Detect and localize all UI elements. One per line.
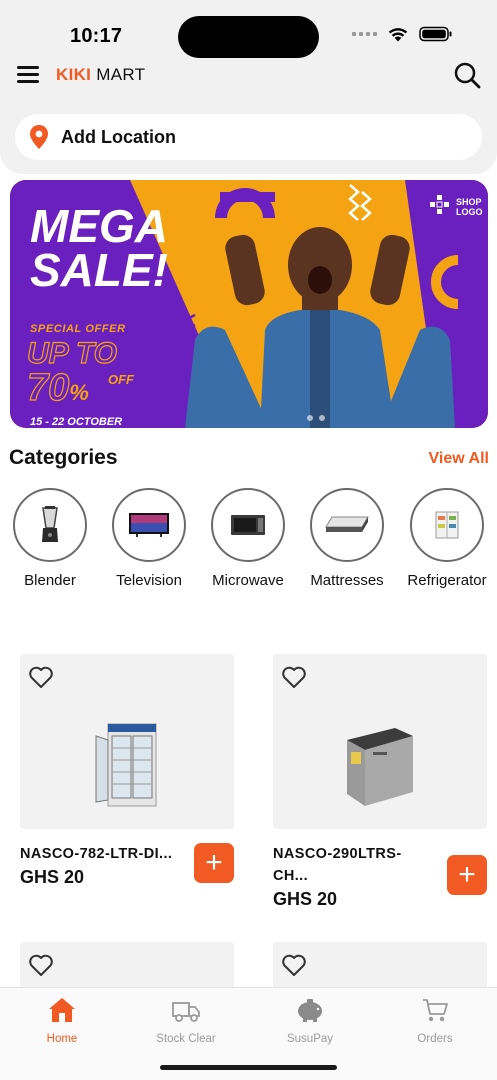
heart-icon[interactable] bbox=[281, 664, 307, 690]
app-logo: KIKI MART bbox=[56, 65, 145, 85]
status-icons bbox=[352, 26, 453, 42]
category-blender[interactable]: Blender bbox=[0, 488, 100, 589]
banner-special-offer: SPECIAL OFFER bbox=[30, 323, 126, 335]
category-mattresses-circle bbox=[310, 488, 384, 562]
tab-stock-clear[interactable]: Stock Clear bbox=[136, 996, 236, 1045]
category-blender-label: Blender bbox=[24, 572, 76, 589]
category-television-label: Television bbox=[116, 572, 182, 589]
category-refrigerator[interactable]: Refrigerator bbox=[397, 488, 497, 589]
wifi-icon bbox=[388, 28, 408, 42]
television-icon bbox=[129, 513, 169, 537]
tab-stock-clear-label: Stock Clear bbox=[156, 1033, 216, 1045]
banner-headline-line1: MEGA bbox=[30, 200, 168, 252]
microwave-icon bbox=[231, 515, 265, 535]
brand-rest: MART bbox=[96, 65, 146, 84]
tab-home[interactable]: Home bbox=[12, 996, 112, 1045]
dynamic-island bbox=[178, 16, 319, 58]
category-television[interactable]: Television bbox=[99, 488, 199, 589]
heart-icon[interactable] bbox=[28, 664, 54, 690]
category-television-circle bbox=[112, 488, 186, 562]
category-refrigerator-circle bbox=[410, 488, 484, 562]
search-icon[interactable] bbox=[453, 61, 481, 89]
tab-orders-label: Orders bbox=[417, 1033, 453, 1045]
promo-banner[interactable]: MEGA SALE! SPECIAL OFFER UP TO 70% OFF 1… bbox=[10, 180, 488, 428]
home-icon bbox=[49, 998, 75, 1022]
battery-icon bbox=[419, 26, 452, 42]
banner-upto: UP TO bbox=[26, 337, 118, 370]
category-microwave-circle bbox=[211, 488, 285, 562]
banner-percent: 70 bbox=[26, 367, 70, 409]
cellular-signal-icon bbox=[352, 32, 377, 36]
add-to-cart-button[interactable]: + bbox=[194, 843, 234, 883]
tab-orders[interactable]: Orders bbox=[385, 996, 485, 1045]
menu-icon[interactable] bbox=[17, 66, 39, 84]
home-indicator bbox=[160, 1065, 337, 1070]
view-all-link[interactable]: View All bbox=[429, 450, 489, 468]
location-pin-icon bbox=[30, 125, 48, 149]
banner-shop-logo: SHOP LOGO bbox=[456, 197, 483, 217]
blender-icon bbox=[42, 506, 58, 542]
cart-icon bbox=[423, 999, 448, 1022]
banner-shop-logo-line2: LOGO bbox=[456, 207, 483, 217]
display-fridge-image bbox=[95, 723, 157, 807]
tab-susupay-label: SusuPay bbox=[286, 1033, 334, 1045]
status-time: 10:17 bbox=[70, 25, 123, 47]
brand-accent: KIKI bbox=[56, 65, 92, 84]
heart-icon[interactable] bbox=[281, 952, 307, 978]
tab-home-label: Home bbox=[46, 1033, 78, 1045]
categories-row: Blender Television Microwave Mattresses … bbox=[0, 488, 497, 598]
category-mattresses[interactable]: Mattresses bbox=[297, 488, 397, 589]
piggy-bank-icon bbox=[298, 999, 322, 1022]
heart-icon[interactable] bbox=[28, 952, 54, 978]
mattress-icon bbox=[325, 516, 369, 532]
add-location-button[interactable]: Add Location bbox=[15, 114, 482, 160]
add-location-label: Add Location bbox=[61, 126, 176, 147]
banner-shop-logo-line1: SHOP bbox=[456, 197, 482, 207]
truck-icon bbox=[172, 1002, 200, 1022]
add-to-cart-button[interactable]: + bbox=[447, 855, 487, 895]
product-name[interactable]: NASCO-290LTRS-CH... bbox=[273, 843, 423, 887]
banner-dates: 15 - 22 OCTOBER bbox=[30, 416, 123, 428]
product-image-box[interactable] bbox=[20, 654, 234, 829]
category-mattresses-label: Mattresses bbox=[310, 572, 384, 589]
tab-susupay[interactable]: SusuPay bbox=[260, 996, 360, 1045]
categories-title: Categories bbox=[9, 446, 118, 469]
product-image-box[interactable] bbox=[273, 654, 487, 829]
header: 10:17 KIKI MART Add Location bbox=[0, 0, 497, 174]
chest-freezer-image bbox=[347, 728, 413, 806]
refrigerator-icon bbox=[435, 511, 459, 539]
category-blender-circle bbox=[13, 488, 87, 562]
banner-percent-sign: % bbox=[69, 380, 89, 405]
category-refrigerator-label: Refrigerator bbox=[407, 572, 487, 589]
banner-off: OFF bbox=[108, 372, 134, 387]
banner-headline-line2: SALE! bbox=[30, 244, 168, 296]
banner-discount: 70% bbox=[26, 367, 89, 414]
banner-headline: MEGA SALE! bbox=[30, 200, 168, 296]
app-screen: 10:17 KIKI MART Add Location MEGA SALE! … bbox=[0, 0, 497, 1080]
category-microwave-label: Microwave bbox=[212, 572, 284, 589]
category-microwave[interactable]: Microwave bbox=[198, 488, 298, 589]
